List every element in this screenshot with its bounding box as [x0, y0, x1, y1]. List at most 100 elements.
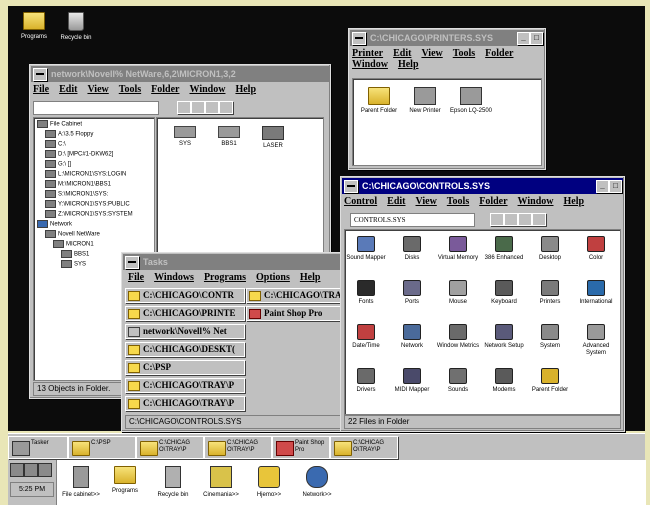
- tree-item[interactable]: Novell NetWare: [45, 230, 100, 239]
- menu-tools[interactable]: Tools: [453, 48, 475, 59]
- control-item[interactable]: Network Setup: [480, 324, 528, 350]
- task-item[interactable]: C:\PSP: [125, 360, 245, 375]
- tree-item[interactable]: Y:\MICRON1\SYS:PUBLIC: [45, 200, 130, 209]
- launcher-recycle-bin[interactable]: Recycle bin: [149, 466, 197, 498]
- taskbar-button-psp-folder[interactable]: C:\PSP: [68, 436, 136, 459]
- tree-item[interactable]: MICRON1: [53, 240, 94, 249]
- menu-file[interactable]: File: [33, 84, 49, 95]
- menu-window[interactable]: Window: [190, 84, 226, 95]
- tree-item[interactable]: D:\ [MPC#1-DKW62]: [45, 150, 113, 159]
- control-item[interactable]: 386 Enhanced: [480, 236, 528, 262]
- task-item[interactable]: C:\CHICAGO\TRA: [246, 288, 344, 303]
- item-epson-printer[interactable]: Epson LQ-2500: [445, 87, 497, 115]
- title-bar[interactable]: C:\CHICAGO\CONTROLS.SYS _ □: [342, 178, 623, 194]
- launcher-cinemania[interactable]: Cinemania>>: [197, 466, 245, 498]
- menu-help[interactable]: Help: [398, 59, 419, 70]
- taskbar-button-paint-shop-pro[interactable]: Paint Shop Pro: [272, 436, 330, 459]
- control-item[interactable]: Window Metrics: [434, 324, 482, 350]
- taskbar-button-tray-folder[interactable]: C:\CHICAG O\TRAY\P: [136, 436, 204, 459]
- tree-item[interactable]: A:\3.5 Floppy: [45, 130, 93, 139]
- task-item[interactable]: network\Novell% Net: [125, 324, 245, 339]
- menu-control[interactable]: Control: [344, 196, 377, 207]
- tree-item[interactable]: SYS: [61, 260, 86, 269]
- taskbar-button-tray-folder[interactable]: C:\CHICAG O\TRAY\P: [204, 436, 272, 459]
- title-bar[interactable]: network\Novell% NetWare,6,2\MICRON1,3,2: [31, 66, 329, 82]
- menu-window[interactable]: Window: [352, 59, 388, 70]
- task-item[interactable]: C:\CHICAGO\DESKT(: [125, 342, 245, 357]
- menu-help[interactable]: Help: [300, 272, 321, 283]
- maximize-button[interactable]: □: [530, 32, 543, 45]
- desktop-icon-recycle-bin[interactable]: Recycle bin: [48, 12, 104, 41]
- control-item[interactable]: Color: [572, 236, 620, 262]
- menu-printer[interactable]: Printer: [352, 48, 383, 59]
- system-menu-icon[interactable]: [33, 68, 47, 81]
- control-item[interactable]: MIDI Mapper: [388, 368, 436, 394]
- tree-item[interactable]: Z:\MICRON1\SYS:SYSTEM: [45, 210, 133, 219]
- task-item[interactable]: C:\CHICAGO\CONTR: [125, 288, 245, 303]
- item-laser[interactable]: LASER: [247, 126, 299, 150]
- control-item[interactable]: System: [526, 324, 574, 350]
- task-item[interactable]: C:\CHICAGO\PRINTE: [125, 306, 245, 321]
- control-item[interactable]: Sounds: [434, 368, 482, 394]
- system-menu-icon[interactable]: [344, 180, 358, 193]
- control-item[interactable]: Network: [388, 324, 436, 350]
- control-item[interactable]: Drivers: [345, 368, 390, 394]
- view-large-button[interactable]: [504, 213, 518, 226]
- speaker-icon[interactable]: [10, 463, 24, 477]
- menu-view[interactable]: View: [416, 196, 437, 207]
- tree-item[interactable]: M:\MICRON1\BBS1: [45, 180, 111, 189]
- launcher-network[interactable]: Network>>: [293, 466, 341, 498]
- tree-item[interactable]: S:\MICRON1\SYS:: [45, 190, 108, 199]
- up-folder-button[interactable]: [490, 213, 504, 226]
- keyboard-layout-icon[interactable]: [38, 463, 52, 477]
- menu-folder[interactable]: Folder: [151, 84, 179, 95]
- launcher-file-cabinet[interactable]: File cabinet>>: [57, 466, 105, 498]
- taskbar-button-tray-folder[interactable]: C:\CHICAG O\TRAY\P: [330, 436, 398, 459]
- control-item[interactable]: Printers: [526, 280, 574, 306]
- control-item[interactable]: Desktop: [526, 236, 574, 262]
- up-folder-button[interactable]: [177, 101, 191, 114]
- view-list-button[interactable]: [219, 101, 233, 114]
- menu-help[interactable]: Help: [564, 196, 585, 207]
- view-list-button[interactable]: [532, 213, 546, 226]
- minimize-button[interactable]: _: [596, 180, 609, 193]
- task-item[interactable]: Paint Shop Pro: [246, 306, 344, 321]
- menu-windows[interactable]: Windows: [154, 272, 194, 283]
- control-item[interactable]: Date/Time: [345, 324, 390, 350]
- control-item[interactable]: Disks: [388, 236, 436, 262]
- menu-folder[interactable]: Folder: [485, 48, 513, 59]
- task-item[interactable]: C:\CHICAGO\TRAY\P: [125, 396, 245, 411]
- menu-edit[interactable]: Edit: [59, 84, 77, 95]
- menu-folder[interactable]: Folder: [479, 196, 507, 207]
- item-parent-folder[interactable]: Parent Folder: [353, 87, 405, 115]
- control-item[interactable]: Keyboard: [480, 280, 528, 306]
- maximize-button[interactable]: □: [609, 180, 622, 193]
- folder-combo[interactable]: CONTROLS.SYS: [350, 213, 475, 227]
- menu-window[interactable]: Window: [518, 196, 554, 207]
- tree-item[interactable]: C:\: [45, 140, 66, 149]
- launcher-programs[interactable]: Programs: [101, 466, 149, 494]
- minimize-button[interactable]: _: [517, 32, 530, 45]
- menu-programs[interactable]: Programs: [204, 272, 246, 283]
- menu-help[interactable]: Help: [235, 84, 256, 95]
- control-item[interactable]: Virtual Memory: [434, 236, 482, 262]
- menu-tools[interactable]: Tools: [119, 84, 141, 95]
- tree-item[interactable]: BBS1: [61, 250, 89, 259]
- tree-item[interactable]: Network: [37, 220, 72, 229]
- control-item[interactable]: International: [572, 280, 620, 306]
- control-item[interactable]: Fonts: [345, 280, 390, 306]
- view-small-button[interactable]: [518, 213, 532, 226]
- system-menu-icon[interactable]: [352, 32, 366, 45]
- title-bar[interactable]: Tasks: [123, 254, 347, 270]
- menu-view[interactable]: View: [87, 84, 108, 95]
- item-new-printer[interactable]: New Printer: [399, 87, 451, 115]
- menu-edit[interactable]: Edit: [387, 196, 405, 207]
- tree-item[interactable]: G:\ []: [45, 160, 71, 169]
- control-item[interactable]: Sound Mapper: [345, 236, 390, 262]
- menu-file[interactable]: File: [128, 272, 144, 283]
- menu-tools[interactable]: Tools: [447, 196, 469, 207]
- control-item[interactable]: Ports: [388, 280, 436, 306]
- tree-item[interactable]: L:\MICRON1\SYS:LOGIN: [45, 170, 126, 179]
- menu-options[interactable]: Options: [256, 272, 290, 283]
- control-item[interactable]: Mouse: [434, 280, 482, 306]
